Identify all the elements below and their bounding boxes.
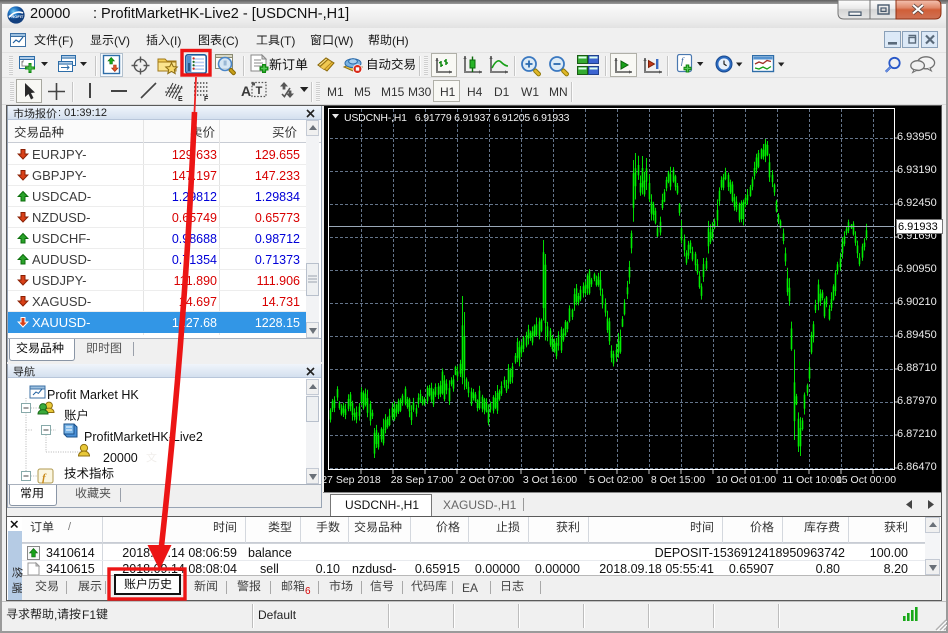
svg-text:T: T [256,85,263,97]
svg-text:PROFIT: PROFIT [9,14,24,19]
svg-text:E: E [178,96,183,102]
svg-text:F: F [204,96,209,102]
